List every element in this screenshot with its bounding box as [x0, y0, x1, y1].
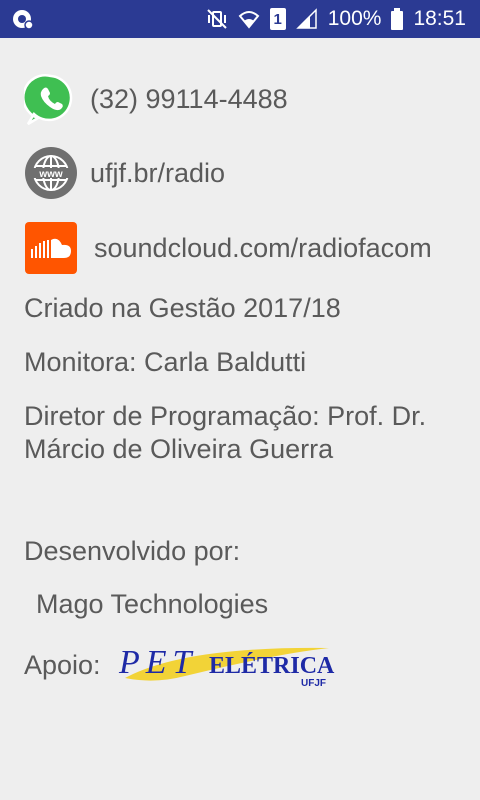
globe-icon: www	[25, 147, 77, 199]
svg-text:www: www	[38, 169, 63, 180]
svg-text:ELÉTRICA: ELÉTRICA	[209, 653, 335, 679]
website-link[interactable]: ufjf.br/radio	[90, 158, 225, 189]
battery-percent: 100%	[327, 7, 382, 30]
pet-eletrica-logo: PET ELÉTRICA UFJF	[118, 644, 335, 689]
svg-text:PET: PET	[118, 644, 197, 681]
wifi-icon	[238, 11, 260, 29]
vibrate-mute-icon	[207, 9, 227, 29]
soundcloud-row[interactable]: soundcloud.com/radiofacom	[24, 221, 432, 275]
soundcloud-icon	[25, 222, 77, 274]
developer-name: Mago Technologies	[36, 589, 269, 619]
notification-icon	[13, 10, 34, 30]
whatsapp-number[interactable]: (32) 99114-4488	[90, 84, 288, 115]
support-row: Apoio: PET ELÉTRICA UFJF	[24, 640, 341, 690]
status-bar: 1 100% 18:51	[0, 0, 480, 38]
clock: 18:51	[413, 7, 466, 30]
website-row[interactable]: www ufjf.br/radio	[24, 146, 225, 200]
director-line-2: Márcio de Oliveira Guerra	[24, 434, 334, 464]
sim-slot-icon: 1	[269, 8, 286, 30]
developed-by-label: Desenvolvido por:	[24, 536, 241, 566]
soundcloud-link[interactable]: soundcloud.com/radiofacom	[94, 233, 432, 264]
battery-icon	[391, 8, 404, 30]
monitor-text: Monitora: Carla Baldutti	[24, 347, 307, 377]
support-label: Apoio:	[24, 649, 101, 680]
director-line-1: Diretor de Programação: Prof. Dr.	[24, 401, 427, 431]
whatsapp-icon	[24, 74, 73, 126]
signal-icon	[295, 8, 317, 29]
created-text: Criado na Gestão 2017/18	[24, 293, 341, 323]
whatsapp-row[interactable]: (32) 99114-4488	[24, 72, 288, 126]
svg-text:UFJF: UFJF	[301, 678, 326, 689]
